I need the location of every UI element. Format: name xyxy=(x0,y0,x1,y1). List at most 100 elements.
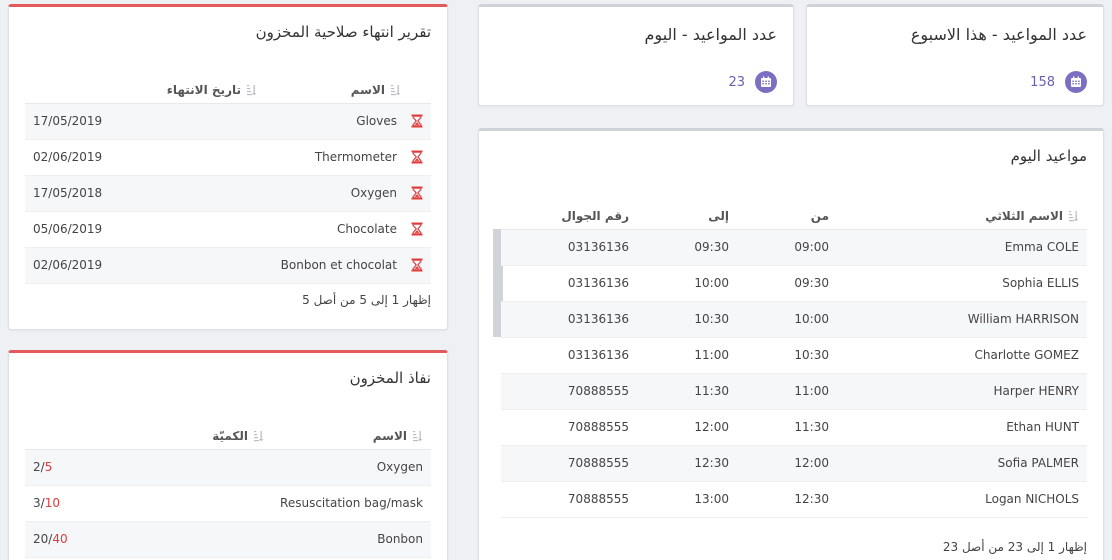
appointment-name: Emma COLE xyxy=(837,229,1087,266)
table-row: Emma COLE 09:00 09:30 03136136 xyxy=(501,229,1087,266)
appointment-from: 11:00 xyxy=(737,373,837,410)
appointment-to: 09:30 xyxy=(637,229,737,266)
appointment-name: Ethan HUNT xyxy=(837,409,1087,446)
appointment-to: 12:30 xyxy=(637,445,737,482)
stat-card-today: عدد المواعيد - اليوم 23 xyxy=(478,4,794,106)
appointment-name: Sophia ELLIS xyxy=(837,265,1087,302)
appointment-from: 09:00 xyxy=(737,229,837,266)
appointment-to: 11:30 xyxy=(637,373,737,410)
appointment-from: 11:30 xyxy=(737,409,837,446)
column-header-quantity[interactable]: الكميّة xyxy=(25,423,273,450)
appointment-name: Harper HENRY xyxy=(837,373,1087,410)
appointment-from: 12:30 xyxy=(737,481,837,518)
column-header-from[interactable]: من xyxy=(737,203,837,230)
item-name: Bonbon xyxy=(272,521,431,558)
table-row: Chocolate 05/06/2019 xyxy=(25,211,431,248)
stat-value-week: 158 xyxy=(1030,74,1055,90)
item-name: Oxygen xyxy=(350,185,397,200)
expiry-date: 05/06/2019 xyxy=(25,211,265,248)
out-of-stock-card: نفاذ المخزون الاسم الكميّة Oxygen 2/5 Re… xyxy=(8,350,448,560)
stat-card-week: عدد المواعيد - هذا الاسبوع 158 xyxy=(806,4,1104,106)
sort-icon xyxy=(391,84,401,96)
sort-icon xyxy=(247,84,257,96)
expiry-pagination-info: إظهار 1 إلى 5 من أصل 5 xyxy=(302,293,431,307)
appointment-mobile: 03136136 xyxy=(501,301,637,338)
stock-table: الاسم الكميّة Oxygen 2/5 Resuscitation b… xyxy=(25,423,431,558)
stat-value-week-row: 158 xyxy=(1030,71,1087,93)
appointment-from: 12:00 xyxy=(737,445,837,482)
hourglass-icon xyxy=(411,114,423,128)
appointments-table: الاسم الثلاثي من إلى رقم الجوال Emma COL… xyxy=(501,203,1087,518)
hourglass-icon xyxy=(411,150,423,164)
table-row: Ethan HUNT 11:30 12:00 70888555 xyxy=(501,409,1087,446)
appointment-to: 13:00 xyxy=(637,481,737,518)
appointment-to: 12:00 xyxy=(637,409,737,446)
table-header-row: الاسم تاريخ الانتهاء xyxy=(25,77,431,104)
hourglass-icon xyxy=(411,258,423,272)
today-appointments-card: مواعيد اليوم الاسم الثلاثي من إلى رقم ال… xyxy=(478,128,1104,560)
appointment-mobile: 03136136 xyxy=(501,337,637,374)
column-header-expiry-date[interactable]: تاريخ الانتهاء xyxy=(25,77,265,104)
table-row: Sofia PALMER 12:00 12:30 70888555 xyxy=(501,445,1087,482)
hourglass-icon xyxy=(411,222,423,236)
table-header-row: الاسم الثلاثي من إلى رقم الجوال xyxy=(501,203,1087,230)
appointment-to: 10:00 xyxy=(637,265,737,302)
stat-value-today: 23 xyxy=(728,74,745,90)
sort-icon xyxy=(413,430,423,442)
column-header-name[interactable]: الاسم xyxy=(265,77,431,104)
expiry-date: 17/05/2018 xyxy=(25,175,265,212)
expiry-report-title: تقرير انتهاء صلاحية المخزون xyxy=(255,23,431,41)
appointment-name: Logan NICHOLS xyxy=(837,481,1087,518)
table-row: Thermometer 02/06/2019 xyxy=(25,139,431,176)
expiry-table: الاسم تاريخ الانتهاء Gloves 17/05/2019 T… xyxy=(25,77,431,284)
stat-title-today: عدد المواعيد - اليوم xyxy=(644,25,777,44)
item-name: Bonbon et chocolat xyxy=(280,257,397,272)
table-header-row: الاسم الكميّة xyxy=(25,423,431,450)
expiry-date: 17/05/2019 xyxy=(25,103,265,140)
column-header-mobile[interactable]: رقم الجوال xyxy=(501,203,637,230)
item-quantity: 20/40 xyxy=(25,521,273,558)
table-row: Charlotte GOMEZ 10:30 11:00 03136136 xyxy=(501,337,1087,374)
table-row: Sophia ELLIS 09:30 10:00 03136136 xyxy=(501,265,1087,302)
appointment-mobile: 70888555 xyxy=(501,373,637,410)
today-appointments-title: مواعيد اليوم xyxy=(1010,147,1087,165)
appointment-mobile: 70888555 xyxy=(501,481,637,518)
appointment-from: 10:00 xyxy=(737,301,837,338)
table-row: Bonbon 20/40 xyxy=(25,521,431,558)
table-row: William HARRISON 10:00 10:30 03136136 xyxy=(501,301,1087,338)
appointment-to: 11:00 xyxy=(637,337,737,374)
appointment-to: 10:30 xyxy=(637,301,737,338)
table-row: Bonbon et chocolat 02/06/2019 xyxy=(25,247,431,284)
expiry-report-card: تقرير انتهاء صلاحية المخزون الاسم تاريخ … xyxy=(8,4,448,330)
expiry-date: 02/06/2019 xyxy=(25,247,265,284)
calendar-icon xyxy=(1065,71,1087,93)
column-header-full-name[interactable]: الاسم الثلاثي xyxy=(837,203,1087,230)
appointment-name: Charlotte GOMEZ xyxy=(837,337,1087,374)
appointment-from: 10:30 xyxy=(737,337,837,374)
hourglass-icon xyxy=(411,186,423,200)
appointment-name: William HARRISON xyxy=(837,301,1087,338)
appointment-mobile: 70888555 xyxy=(501,445,637,482)
expiry-date: 02/06/2019 xyxy=(25,139,265,176)
table-row: Gloves 17/05/2019 xyxy=(25,103,431,140)
appointment-mobile: 03136136 xyxy=(501,229,637,266)
item-quantity: 3/10 xyxy=(25,485,273,522)
item-name: Chocolate xyxy=(336,221,397,236)
appointment-name: Sofia PALMER xyxy=(837,445,1087,482)
item-name: Thermometer xyxy=(314,149,397,164)
item-name: Gloves xyxy=(356,113,397,128)
out-of-stock-title: نفاذ المخزون xyxy=(349,369,431,387)
stat-title-week: عدد المواعيد - هذا الاسبوع xyxy=(910,25,1087,44)
calendar-icon xyxy=(755,71,777,93)
item-quantity: 2/5 xyxy=(25,449,273,486)
item-name: Oxygen xyxy=(272,449,431,486)
item-name: Resuscitation bag/mask xyxy=(272,485,431,522)
column-header-to[interactable]: إلى xyxy=(637,203,737,230)
table-row: Harper HENRY 11:00 11:30 70888555 xyxy=(501,373,1087,410)
appointment-mobile: 03136136 xyxy=(501,265,637,302)
table-row: Oxygen 17/05/2018 xyxy=(25,175,431,212)
column-header-name[interactable]: الاسم xyxy=(272,423,431,450)
stat-value-today-row: 23 xyxy=(728,71,777,93)
sort-icon xyxy=(254,430,264,442)
sort-icon xyxy=(1069,210,1079,222)
